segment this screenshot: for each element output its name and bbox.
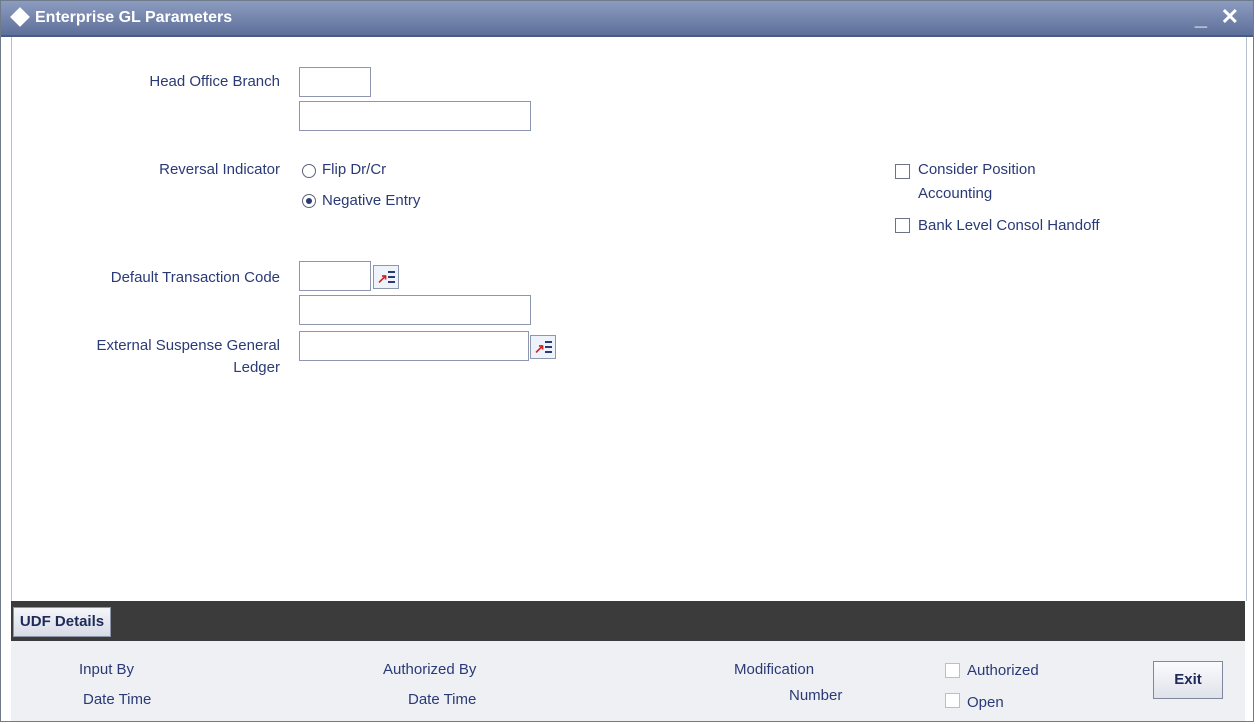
head-office-branch-description	[299, 101, 531, 131]
external-suspense-gl-input[interactable]	[299, 331, 529, 361]
diamond-icon	[10, 7, 30, 27]
open-checkbox-label: Open	[967, 694, 1004, 711]
default-transaction-code-description	[299, 295, 531, 325]
external-suspense-gl-label-2: Ledger	[233, 359, 280, 376]
input-date-time-label: Date Time	[83, 691, 152, 708]
consider-position-accounting-checkbox[interactable]	[895, 164, 910, 179]
input-by-label: Input By	[79, 661, 135, 678]
title-bar[interactable]: Enterprise GL Parameters _ ✕	[1, 1, 1253, 37]
close-button[interactable]: ✕	[1221, 4, 1239, 30]
bank-level-consol-handoff-label: Bank Level Consol Handoff	[918, 217, 1100, 234]
consider-position-accounting-label-2: Accounting	[918, 185, 993, 202]
main-window: Enterprise GL Parameters _ ✕ Head Office…	[0, 0, 1254, 722]
udf-details-button[interactable]: UDF Details	[13, 607, 111, 637]
reversal-indicator-label: Reversal Indicator	[159, 161, 280, 178]
window-title: Enterprise GL Parameters	[35, 9, 233, 26]
arrow-icon: ↗	[377, 271, 388, 286]
flip-dr-cr-radio[interactable]	[302, 164, 316, 178]
authorized-checkbox	[945, 663, 960, 678]
authorized-checkbox-label: Authorized	[967, 662, 1039, 679]
audit-footer: Input By Date Time Authorized By Date Ti…	[11, 641, 1245, 721]
negative-entry-radio[interactable]	[302, 194, 316, 208]
head-office-branch-input[interactable]	[299, 67, 371, 97]
modification-label-1: Modification	[734, 661, 815, 678]
form-area: Head Office Branch Reversal Indicator Fl…	[11, 37, 1247, 601]
head-office-branch-label: Head Office Branch	[149, 73, 280, 90]
list-icon	[388, 271, 395, 283]
arrow-icon: ↗	[534, 341, 545, 356]
authorized-date-time-label: Date Time	[408, 691, 477, 708]
default-transaction-code-input[interactable]	[299, 261, 371, 291]
flip-dr-cr-label: Flip Dr/Cr	[322, 161, 387, 178]
default-transaction-code-lov-button[interactable]: ↗	[373, 265, 399, 289]
external-suspense-gl-label-1: External Suspense General	[96, 337, 280, 354]
modification-label-2: Number	[789, 687, 843, 704]
authorized-by-label: Authorized By	[383, 661, 477, 678]
minimize-button[interactable]: _	[1195, 5, 1207, 31]
bank-level-consol-handoff-checkbox[interactable]	[895, 218, 910, 233]
external-suspense-gl-lov-button[interactable]: ↗	[530, 335, 556, 359]
exit-button[interactable]: Exit	[1153, 661, 1223, 699]
consider-position-accounting-label-1: Consider Position	[918, 161, 1036, 178]
open-checkbox	[945, 693, 960, 708]
udf-bar: UDF Details	[11, 601, 1245, 641]
list-icon	[545, 341, 552, 353]
negative-entry-label: Negative Entry	[322, 192, 421, 209]
default-transaction-code-label: Default Transaction Code	[110, 269, 280, 286]
